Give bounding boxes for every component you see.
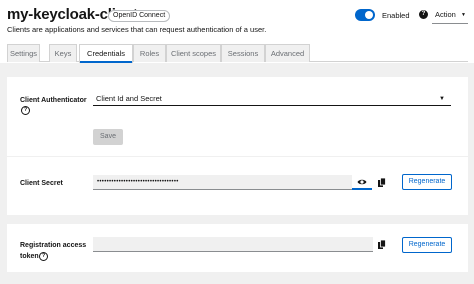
enabled-label: Enabled — [382, 11, 410, 20]
client-authenticator-label: Client Authenticator — [20, 97, 87, 104]
action-dropdown[interactable]: Action ▼ — [432, 6, 468, 24]
show-secret-button[interactable] — [352, 175, 372, 190]
client-authenticator-value: Client Id and Secret — [96, 94, 162, 103]
chevron-down-icon: ▼ — [439, 96, 445, 102]
tab-keys[interactable]: Keys — [49, 44, 77, 62]
eye-icon — [357, 179, 367, 185]
page-subtitle: Clients are applications and services th… — [7, 25, 267, 34]
chevron-down-icon: ▼ — [461, 12, 466, 18]
tab-sessions[interactable]: Sessions — [221, 44, 265, 62]
client-secret-label: Client Secret — [20, 180, 63, 187]
help-icon[interactable]: ? — [21, 106, 30, 115]
copy-token-button[interactable] — [373, 237, 393, 252]
copy-secret-button[interactable] — [373, 175, 393, 190]
action-label: Action — [435, 10, 456, 19]
tab-settings[interactable]: Settings — [7, 44, 40, 62]
tab-roles[interactable]: Roles — [133, 44, 166, 62]
tab-advanced[interactable]: Advanced — [265, 44, 310, 62]
registration-token-label: Registration access — [20, 242, 87, 249]
authenticator-card — [7, 77, 468, 156]
enabled-toggle[interactable] — [355, 9, 375, 21]
help-icon[interactable]: ? — [419, 10, 428, 19]
toggle-knob — [365, 11, 373, 19]
tab-client-scopes[interactable]: Client scopes — [166, 44, 221, 62]
help-icon[interactable]: ? — [39, 252, 48, 261]
page-header: my-keycloak-client OpenID Connect Client… — [0, 0, 474, 44]
tab-bar: Settings Keys Credentials Roles Client s… — [7, 44, 468, 63]
regenerate-token-button[interactable]: Regenerate — [402, 237, 452, 253]
client-secret-field[interactable]: •••••••••••••••••••••••••••••••••• — [93, 175, 352, 190]
tab-credentials[interactable]: Credentials — [79, 44, 133, 63]
client-authenticator-select[interactable]: Client Id and Secret ▼ — [93, 92, 451, 106]
registration-token-field[interactable] — [93, 237, 373, 252]
save-button[interactable]: Save — [93, 129, 123, 145]
registration-token-label-line2: token — [20, 253, 39, 260]
copy-icon — [378, 178, 386, 187]
protocol-badge: OpenID Connect — [108, 10, 171, 22]
copy-icon — [378, 240, 386, 249]
regenerate-secret-button[interactable]: Regenerate — [402, 174, 452, 190]
